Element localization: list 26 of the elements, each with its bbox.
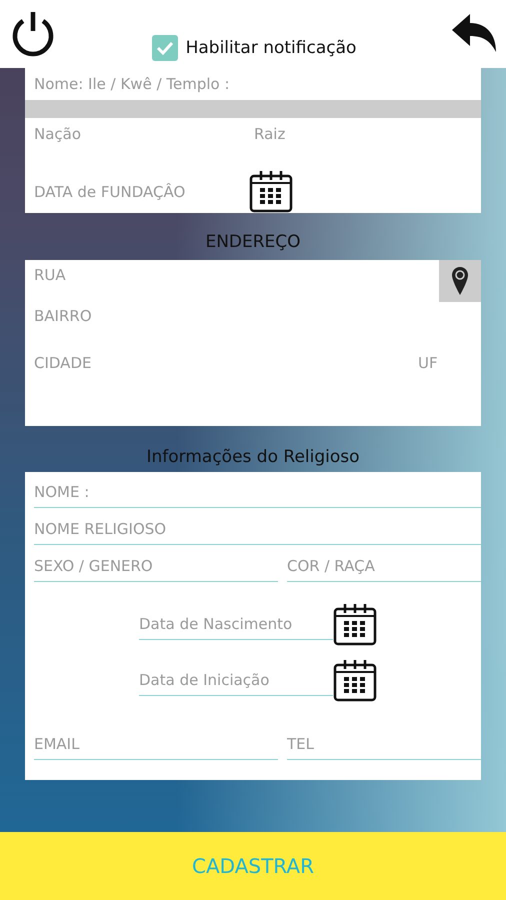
register-button[interactable]: CADASTRAR [0,832,506,900]
input-field[interactable]: Data de Nascimento [139,608,333,640]
check-icon [156,41,174,55]
input-field[interactable]: DATA de FUNDAÇÂO [34,183,239,201]
checkbox[interactable] [152,35,178,61]
input-field[interactable]: Nação [34,125,254,143]
input-field[interactable]: EMAIL [34,729,278,760]
map-pin-icon[interactable] [451,266,469,296]
input-field[interactable]: SEXO / GENERO [34,551,278,582]
calendar-icon[interactable] [249,169,293,213]
calendar-icon[interactable] [333,658,377,702]
section-title: ENDEREÇO [204,231,302,254]
calendar-icon[interactable] [333,602,377,646]
input-field[interactable]: Nome: Ile / Kwê / Templo : [34,75,472,93]
input-field[interactable]: Raiz [254,125,472,143]
input-field[interactable]: NOME RELIGIOSO [34,514,481,545]
input-field[interactable]: TEL [287,729,481,760]
input-field[interactable]: NOME : [34,477,481,508]
input-field[interactable]: RUA [34,266,414,284]
input-field[interactable]: BAIRRO [34,307,414,325]
notification-label: Habilitar notificação [186,38,356,58]
input-field[interactable]: UF [418,354,458,372]
input-field[interactable]: COR / RAÇA [287,551,481,582]
input-field[interactable]: Data de Iniciação [139,664,333,696]
input-field[interactable]: CIDADE [34,354,418,372]
section-title: Informações do Religioso [145,446,361,469]
